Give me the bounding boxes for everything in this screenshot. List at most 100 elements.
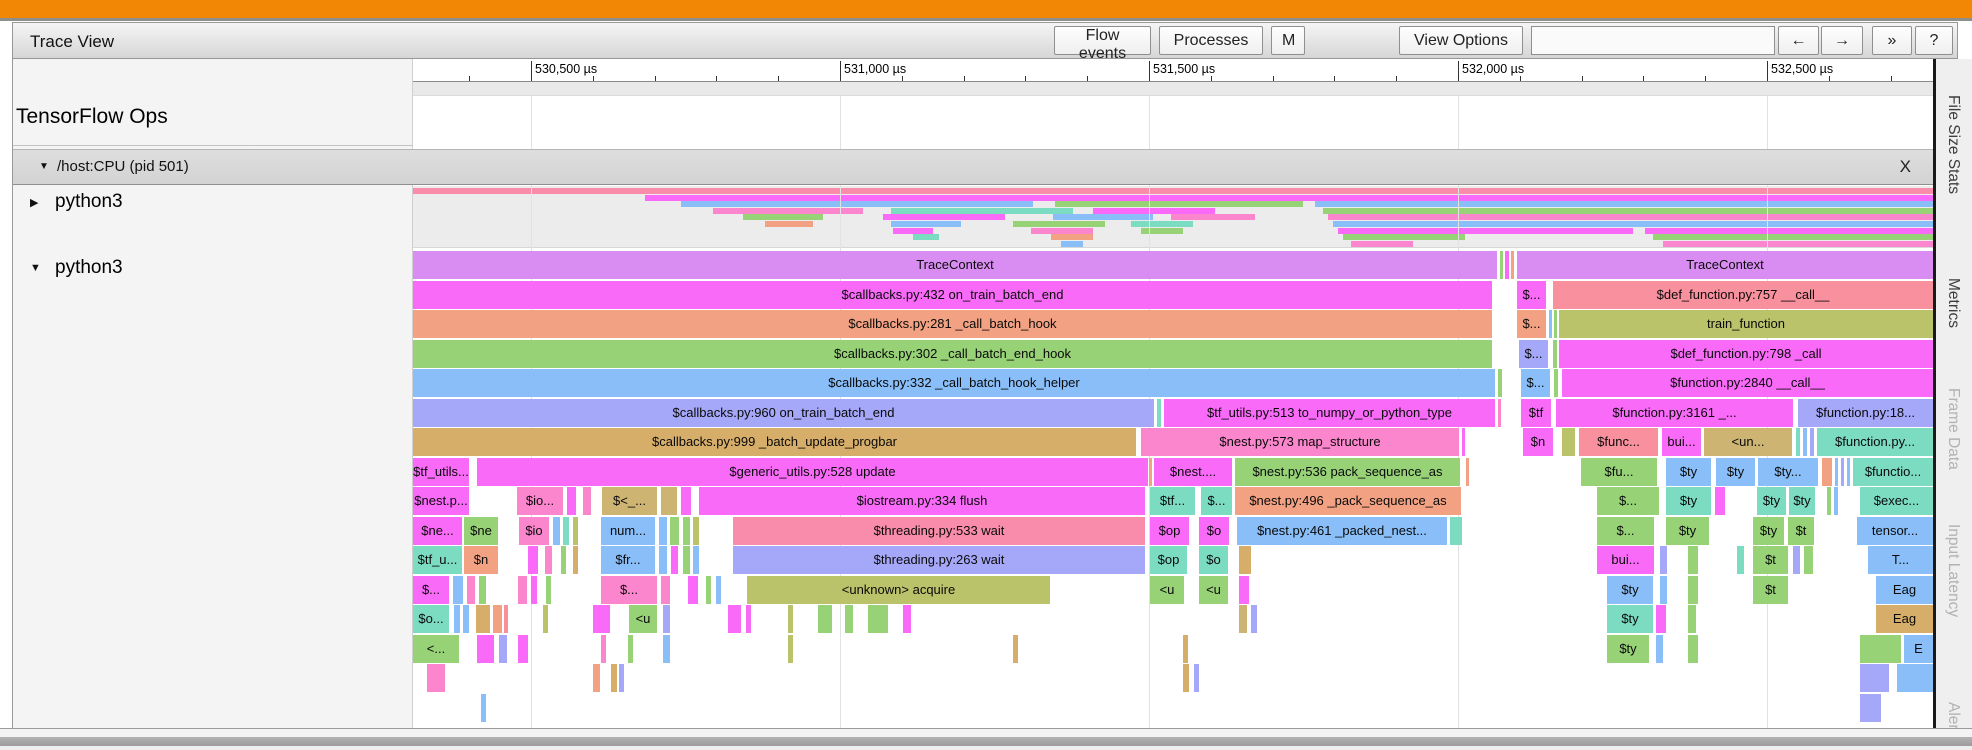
flame-span[interactable] [561,546,566,574]
flame-span[interactable] [1796,428,1800,456]
flame-span[interactable]: num... [601,516,655,545]
flame-span[interactable]: $... [601,575,657,604]
flame-span[interactable] [463,605,469,633]
flame-span[interactable]: TraceContext [413,251,1497,279]
flame-span[interactable] [706,575,711,604]
flame-span[interactable]: $ne... [413,516,462,545]
flame-span[interactable] [661,575,670,604]
more-results-button[interactable]: » [1872,26,1912,55]
flame-span[interactable]: $def_function.py:798 _call [1559,339,1933,368]
time-ruler[interactable]: 530,500 µs 531,000 µs 531,500 µs 532,000 µs… [413,59,1933,82]
flame-span[interactable]: <u [1150,575,1184,604]
flame-span[interactable]: $ty [1789,487,1815,515]
flame-span[interactable] [1466,457,1469,486]
tab-metrics[interactable]: Metrics [1944,278,1962,328]
flame-span[interactable]: $function.py:18... [1798,398,1933,427]
flame-span[interactable]: $tf_utils... [413,457,469,486]
flame-span[interactable] [1562,428,1575,456]
flame-span[interactable] [693,516,699,545]
flame-span[interactable] [818,605,832,633]
flame-span[interactable] [659,546,667,574]
flame-span[interactable] [454,605,460,633]
thread-preview-track[interactable] [413,186,1933,248]
flame-span[interactable]: <unknown> acquire [747,575,1050,604]
flame-span[interactable] [1715,487,1725,515]
flame-span[interactable]: $ty [1757,487,1786,515]
flow-events-button[interactable]: Flow events [1054,26,1151,62]
flame-span[interactable] [903,605,911,633]
flame-span[interactable] [868,605,888,633]
flame-span[interactable] [481,693,486,722]
flame-span[interactable] [688,575,698,604]
flame-span[interactable] [1251,605,1257,633]
flame-span[interactable] [1841,457,1844,486]
flame-span[interactable]: $o [1199,546,1228,574]
flame-span[interactable]: $... [1519,339,1548,368]
flame-span[interactable] [1149,457,1152,486]
flame-span[interactable]: $function.py... [1817,428,1933,456]
flame-span[interactable]: $tf... [1150,487,1195,515]
flame-span[interactable] [716,575,721,604]
flame-span[interactable] [1553,339,1557,368]
flame-span[interactable] [493,605,502,633]
flame-span[interactable] [1834,487,1838,515]
flame-span[interactable]: $nest.py:573 map_structure [1141,428,1459,456]
flame-span[interactable] [573,546,578,574]
flame-span[interactable] [1498,369,1502,397]
flame-span[interactable] [1511,251,1514,279]
flame-span[interactable]: $t [1753,546,1788,574]
flame-span[interactable]: $callbacks.py:332 _call_batch_hook_helpe… [413,369,1495,397]
flame-span[interactable]: Eag [1876,605,1933,633]
flame-span[interactable] [1239,605,1247,633]
flame-span[interactable] [1549,310,1552,338]
flame-span[interactable] [553,516,560,545]
flame-span[interactable]: $nest.p... [413,487,469,515]
flame-span[interactable] [845,605,853,633]
flame-span[interactable] [661,487,677,515]
next-arrow-button[interactable]: → [1821,26,1863,55]
flame-span[interactable]: $ty... [1758,457,1818,486]
flame-span[interactable]: $functio... [1853,457,1933,486]
flame-span[interactable] [593,605,610,633]
flame-span[interactable]: $ty [1607,634,1649,663]
flame-span[interactable]: $function.py:2840 __call__ [1562,369,1933,397]
flame-span[interactable] [1656,634,1663,663]
flame-span[interactable] [1656,605,1666,633]
flame-span[interactable] [1183,664,1189,692]
flame-span[interactable] [476,605,490,633]
metadata-button[interactable]: M [1271,26,1305,55]
flame-span[interactable]: $nest.py:461 _packed_nest... [1237,516,1447,545]
flame-span[interactable] [728,605,741,633]
flame-span[interactable]: $o... [413,605,449,633]
flame-span[interactable]: $exec... [1860,487,1933,515]
tab-file-size-stats[interactable]: File Size Stats [1944,95,1962,194]
flame-span[interactable] [546,575,551,604]
flame-span[interactable] [518,575,527,604]
flame-span[interactable]: $ty [1666,487,1711,515]
flame-span[interactable]: $o [1199,516,1229,545]
flame-span[interactable] [1847,457,1850,486]
flame-span[interactable] [1013,634,1018,663]
flame-span[interactable]: tensor... [1857,516,1933,545]
flame-span[interactable]: $func... [1579,428,1658,456]
flame-span[interactable]: bui... [1597,546,1654,574]
flame-span[interactable]: $threading.py:533 wait [733,516,1145,545]
flame-span[interactable]: $... [1201,487,1232,515]
flame-span[interactable] [528,546,538,574]
flame-span[interactable] [670,516,679,545]
flame-span[interactable]: $callbacks.py:281 _call_batch_hook [413,310,1492,338]
flame-span[interactable] [1897,664,1933,692]
flame-span[interactable]: $op [1150,516,1189,545]
flame-span[interactable] [1660,546,1667,574]
flame-span[interactable]: $ty [1666,457,1711,486]
flame-span[interactable] [1688,634,1698,663]
flame-span[interactable] [453,575,463,604]
flame-span[interactable] [611,664,617,692]
flame-span[interactable] [563,516,569,545]
horizontal-scrollbar[interactable] [0,728,1972,750]
flame-span[interactable] [1688,575,1698,604]
flame-span[interactable]: E [1904,634,1933,663]
thread-row-python3-expanded[interactable]: ▼ python3 [13,253,413,287]
flame-span[interactable]: $n [464,546,498,574]
flame-span[interactable] [543,605,548,633]
